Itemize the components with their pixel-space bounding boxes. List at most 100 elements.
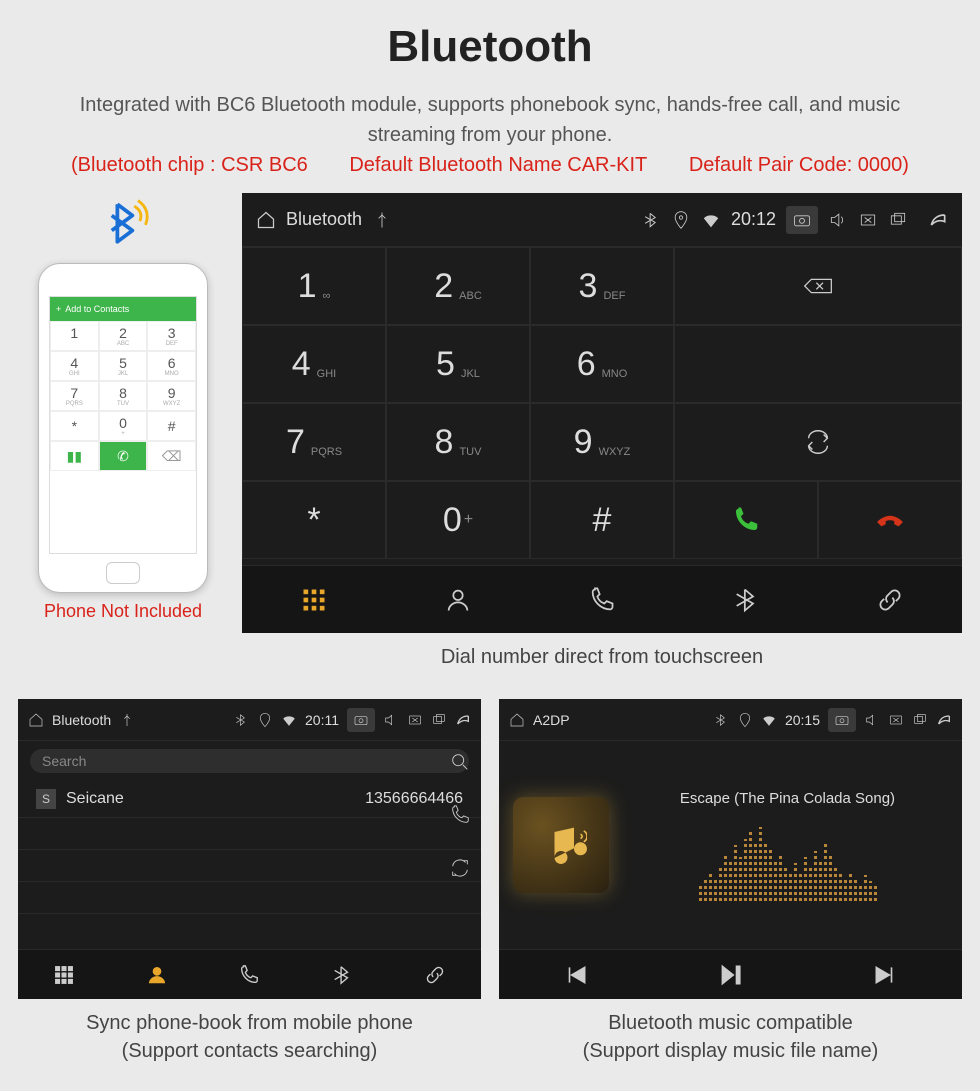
- dial-empty-1: [674, 325, 962, 403]
- key-hash[interactable]: #: [530, 481, 674, 559]
- key-0[interactable]: 0+: [386, 481, 530, 559]
- empty-row: [18, 850, 481, 882]
- album-art-icon: [513, 797, 609, 893]
- camera-icon[interactable]: [828, 708, 856, 732]
- play-pause-button[interactable]: [653, 950, 807, 999]
- next-button[interactable]: [808, 950, 962, 999]
- contacts-caption: Sync phone-book from mobile phone(Suppor…: [18, 999, 481, 1083]
- dialer-statusbar: Bluetooth 20:12: [242, 193, 962, 247]
- dial-grid: 1∞ 2ABC 3DEF 4GHI 5JKL 6MNO 7PQRS 8TUV 9…: [242, 247, 962, 565]
- key-4[interactable]: 4GHI: [242, 325, 386, 403]
- music-caption: Bluetooth music compatible(Support displ…: [499, 999, 962, 1083]
- nav-pair[interactable]: [818, 566, 962, 633]
- key-star[interactable]: *: [242, 481, 386, 559]
- volume-icon[interactable]: [864, 712, 880, 728]
- key-7[interactable]: 7PQRS: [242, 403, 386, 481]
- phone-mock: +Add to Contacts 1 2ABC3DEF 4GHI5JKL6MNO…: [38, 263, 208, 593]
- home-icon[interactable]: [28, 712, 44, 728]
- close-app-icon[interactable]: [858, 210, 878, 230]
- contacts-side-actions: [449, 751, 471, 884]
- nav-contacts[interactable]: [111, 950, 204, 999]
- phone-caption: Phone Not Included: [18, 601, 228, 622]
- bluetooth-status-icon: [233, 712, 249, 728]
- usb-icon: [119, 712, 135, 728]
- contacts-statusbar: Bluetooth 20:11: [18, 699, 481, 741]
- search-input[interactable]: Search: [30, 749, 469, 773]
- recent-apps-icon[interactable]: [888, 210, 908, 230]
- contact-badge: S: [36, 789, 56, 809]
- nav-keypad[interactable]: [242, 566, 386, 633]
- hangup-button[interactable]: [818, 481, 962, 559]
- page-title: Bluetooth: [0, 0, 980, 72]
- dialer-caption: Dial number direct from touchscreen: [242, 633, 962, 689]
- contacts-status-label: Bluetooth: [52, 712, 111, 728]
- bluetooth-status-icon: [713, 712, 729, 728]
- music-status-label: A2DP: [533, 712, 570, 728]
- contacts-bottom-nav: [18, 949, 481, 999]
- dialer-bottom-nav: [242, 565, 962, 633]
- nav-bluetooth[interactable]: [674, 566, 818, 633]
- contact-row[interactable]: S Seicane 13566664466: [18, 781, 481, 818]
- back-icon[interactable]: [936, 712, 952, 728]
- contact-name: Seicane: [66, 790, 365, 808]
- recent-apps-icon[interactable]: [431, 712, 447, 728]
- location-icon: [737, 712, 753, 728]
- camera-icon[interactable]: [347, 708, 375, 732]
- contacts-device: Bluetooth 20:11 Search S Seicane 1356666…: [18, 699, 481, 999]
- call-icon[interactable]: [449, 804, 471, 831]
- empty-row: [18, 882, 481, 914]
- location-icon: [257, 712, 273, 728]
- search-icon[interactable]: [449, 751, 471, 778]
- key-2[interactable]: 2ABC: [386, 247, 530, 325]
- swap-button[interactable]: [674, 403, 962, 481]
- volume-icon[interactable]: [383, 712, 399, 728]
- key-1[interactable]: 1∞: [242, 247, 386, 325]
- bluetooth-emblem-icon: [93, 193, 153, 253]
- home-icon[interactable]: [256, 210, 276, 230]
- contacts-time: 20:11: [305, 712, 339, 728]
- nav-contacts[interactable]: [386, 566, 530, 633]
- call-button[interactable]: [674, 481, 818, 559]
- phone-topbar: +Add to Contacts: [50, 297, 196, 321]
- sync-icon[interactable]: [449, 857, 471, 884]
- empty-row: [18, 818, 481, 850]
- spec-code: Default Pair Code: 0000): [689, 154, 909, 176]
- camera-icon[interactable]: [786, 206, 818, 234]
- key-9[interactable]: 9WXYZ: [530, 403, 674, 481]
- dialer-time: 20:12: [731, 209, 776, 230]
- nav-recent[interactable]: [530, 566, 674, 633]
- volume-icon[interactable]: [828, 210, 848, 230]
- location-icon: [671, 210, 691, 230]
- bluetooth-spec: (Bluetooth chip : CSR BC6 Default Blueto…: [0, 154, 980, 193]
- visualizer: [627, 821, 948, 901]
- nav-bluetooth[interactable]: [296, 950, 389, 999]
- key-3[interactable]: 3DEF: [530, 247, 674, 325]
- back-icon[interactable]: [455, 712, 471, 728]
- prev-button[interactable]: [499, 950, 653, 999]
- bluetooth-status-icon: [641, 210, 661, 230]
- dialer-device: Bluetooth 20:12 1∞ 2ABC 3DEF: [242, 193, 962, 633]
- recent-apps-icon[interactable]: [912, 712, 928, 728]
- back-icon[interactable]: [928, 210, 948, 230]
- usb-icon: [372, 210, 392, 230]
- nav-keypad[interactable]: [18, 950, 111, 999]
- backspace-button[interactable]: [674, 247, 962, 325]
- music-time: 20:15: [785, 712, 820, 728]
- nav-recent[interactable]: [203, 950, 296, 999]
- page-subtitle: Integrated with BC6 Bluetooth module, su…: [0, 72, 980, 154]
- close-app-icon[interactable]: [407, 712, 423, 728]
- music-statusbar: A2DP 20:15: [499, 699, 962, 741]
- key-6[interactable]: 6MNO: [530, 325, 674, 403]
- close-app-icon[interactable]: [888, 712, 904, 728]
- home-icon[interactable]: [509, 712, 525, 728]
- music-body: Escape (The Pina Colada Song): [499, 741, 962, 949]
- wifi-icon: [761, 712, 777, 728]
- wifi-icon: [701, 210, 721, 230]
- music-device: A2DP 20:15 Escape (The Pina Colada Song): [499, 699, 962, 999]
- key-5[interactable]: 5JKL: [386, 325, 530, 403]
- wifi-icon: [281, 712, 297, 728]
- key-8[interactable]: 8TUV: [386, 403, 530, 481]
- dialer-status-label: Bluetooth: [286, 209, 362, 230]
- nav-pair[interactable]: [388, 950, 481, 999]
- spec-name: Default Bluetooth Name CAR-KIT: [349, 154, 647, 176]
